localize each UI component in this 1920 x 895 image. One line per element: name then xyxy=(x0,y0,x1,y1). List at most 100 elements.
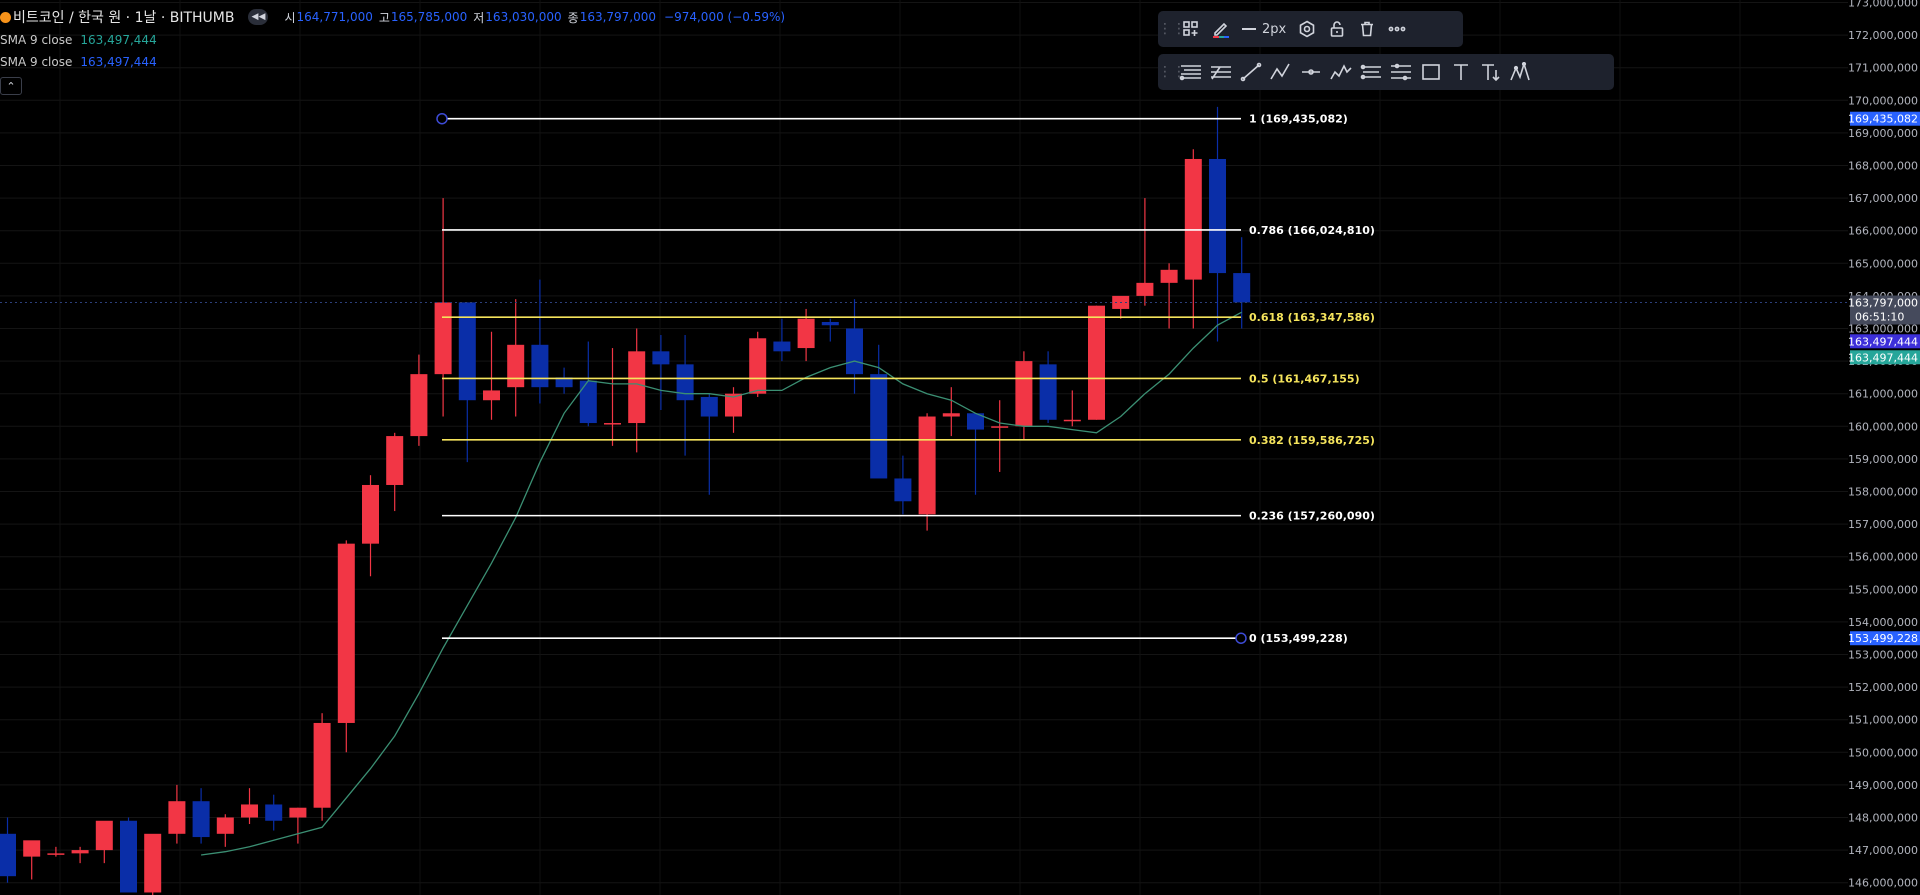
rectangle-icon[interactable] xyxy=(1416,58,1446,86)
candle-body xyxy=(216,817,234,834)
indicator-name: SMA 9 close xyxy=(0,55,73,69)
fib-level-label: 0.5 (161,467,155) xyxy=(1249,372,1360,385)
axis-tick-label: 157,000,000 xyxy=(1848,518,1918,531)
fib-retracement-icon[interactable] xyxy=(1176,58,1206,86)
price-badge-label: 153,499,228 xyxy=(1848,632,1918,645)
pencil-color-icon[interactable] xyxy=(1206,15,1236,43)
horizontal-ray-icon[interactable] xyxy=(1296,58,1326,86)
drawing-settings-toolbar[interactable]: ⋮⋮ 2px xyxy=(1158,11,1463,47)
fib-anchor-handle[interactable] xyxy=(436,112,448,125)
elliott-wave-icon[interactable] xyxy=(1326,58,1356,86)
chevron-up-icon: ⌃ xyxy=(6,79,16,93)
text-icon[interactable] xyxy=(1446,58,1476,86)
price-badge-label: 163,497,444 xyxy=(1848,335,1918,348)
candles xyxy=(0,106,1251,895)
axis-tick-label: 170,000,000 xyxy=(1848,94,1918,107)
open-label: 시 xyxy=(284,10,296,25)
close-label: 종 xyxy=(567,10,579,25)
fib-level-label: 0.236 (157,260,090) xyxy=(1249,510,1375,523)
candle-body xyxy=(1136,282,1154,296)
axis-tick-label: 161,000,000 xyxy=(1848,388,1918,401)
indicator-sma-1[interactable]: SMA 9 close 163,497,444 xyxy=(0,31,157,49)
trash-icon[interactable] xyxy=(1352,15,1382,43)
price-axis[interactable]: 146,000,000 147,000,000 148,000,000 149,000… xyxy=(1848,0,1918,890)
price-badge-label: 163,497,444 xyxy=(1848,351,1918,364)
axis-tick-label: 173,000,000 xyxy=(1848,0,1918,10)
candle-body xyxy=(942,413,960,417)
candle-body xyxy=(23,840,41,857)
pitchfork-icon[interactable] xyxy=(1386,58,1416,86)
candle-body xyxy=(483,390,500,401)
indicator-value: 163,497,444 xyxy=(80,55,157,69)
fib-level-label: 0.382 (159,586,725) xyxy=(1249,434,1375,447)
indicator-name: SMA 9 close xyxy=(0,33,73,47)
candle-body xyxy=(604,423,621,425)
price-chart[interactable]: 1 (169,435,082) 0.786 (166,024,810) 0.618 … xyxy=(0,0,1920,895)
candle-body xyxy=(71,850,89,854)
symbol-title[interactable]: 비트코인 / 한국 원 · 1날 · BITHUMB xyxy=(13,7,234,27)
candle-body xyxy=(870,374,888,479)
candle-body xyxy=(531,344,549,388)
fib-level-label: 0.786 (166,024,810) xyxy=(1249,224,1375,237)
axis-tick-label: 154,000,000 xyxy=(1848,616,1918,629)
fib-anchor-handle[interactable] xyxy=(1235,632,1247,644)
candle-body xyxy=(652,351,670,365)
candle-body xyxy=(700,396,718,417)
axis-tick-label: 165,000,000 xyxy=(1848,257,1918,270)
candle-body xyxy=(1233,273,1251,303)
more-icon[interactable] xyxy=(1382,15,1412,43)
candle-body xyxy=(144,833,162,893)
axis-tick-label: 155,000,000 xyxy=(1848,583,1918,596)
indicator-sma-2[interactable]: SMA 9 close 163,497,444 xyxy=(0,53,157,71)
fib-level-label: 0 (153,499,228) xyxy=(1249,632,1348,645)
candle-body xyxy=(434,302,452,375)
template-icon[interactable] xyxy=(1176,15,1206,43)
price-badge-label: 169,435,082 xyxy=(1848,113,1918,126)
candle-body xyxy=(1015,361,1033,427)
trend-based-fib-icon[interactable] xyxy=(1206,58,1236,86)
grip-icon[interactable]: ⋮⋮ xyxy=(1158,21,1186,37)
pattern-icon[interactable] xyxy=(1506,58,1536,86)
axis-tick-label: 169,000,000 xyxy=(1848,127,1918,140)
open-value: 164,771,000 xyxy=(296,10,373,24)
line-width-label: 2px xyxy=(1262,21,1287,37)
candle-body xyxy=(289,807,307,818)
axis-tick-label: 160,000,000 xyxy=(1848,420,1918,433)
candle-body xyxy=(0,833,16,877)
candle-body xyxy=(773,341,791,352)
chart-area[interactable]: 1 (169,435,082) 0.786 (166,024,810) 0.618 … xyxy=(0,0,1920,895)
candle-body xyxy=(507,344,525,388)
axis-tick-label: 147,000,000 xyxy=(1848,844,1918,857)
axis-tick-label: 149,000,000 xyxy=(1848,779,1918,792)
line-width-button[interactable]: 2px xyxy=(1236,15,1292,43)
candle-body xyxy=(579,380,597,424)
candle-body xyxy=(846,328,863,375)
fib-retracement: 1 (169,435,082) 0.786 (166,024,810) 0.618 … xyxy=(436,112,1375,645)
axis-tick-label: 152,000,000 xyxy=(1848,681,1918,694)
grip-icon[interactable]: ⋮⋮ xyxy=(1158,64,1186,80)
candle-body xyxy=(918,416,936,515)
axis-tick-label: 148,000,000 xyxy=(1848,812,1918,825)
abcd-pattern-icon[interactable] xyxy=(1266,58,1296,86)
axis-tick-label: 167,000,000 xyxy=(1848,192,1918,205)
collapse-legend-button[interactable]: ⌃ xyxy=(0,77,22,95)
candle-body xyxy=(1063,419,1081,422)
lock-icon[interactable] xyxy=(1322,15,1352,43)
candle-body xyxy=(1088,305,1105,420)
trend-line-icon[interactable] xyxy=(1236,58,1266,86)
candle-body xyxy=(241,804,258,818)
axis-tick-label: 159,000,000 xyxy=(1848,453,1918,466)
rewind-icon[interactable]: ◀◀ xyxy=(248,9,269,25)
low-label: 저 xyxy=(473,10,485,25)
candle-body xyxy=(47,853,65,855)
drawing-tools-toolbar[interactable]: ⋮⋮ xyxy=(1158,54,1614,90)
anchored-text-icon[interactable] xyxy=(1476,58,1506,86)
candle-body xyxy=(628,351,646,424)
axis-tick-label: 153,000,000 xyxy=(1848,649,1918,662)
high-value: 165,785,000 xyxy=(390,10,468,24)
axis-tick-label: 156,000,000 xyxy=(1848,551,1918,564)
candle-body xyxy=(1160,269,1178,283)
line-width-icon xyxy=(1242,28,1256,30)
settings-icon[interactable] xyxy=(1292,15,1322,43)
parallel-channel-icon[interactable] xyxy=(1356,58,1386,86)
